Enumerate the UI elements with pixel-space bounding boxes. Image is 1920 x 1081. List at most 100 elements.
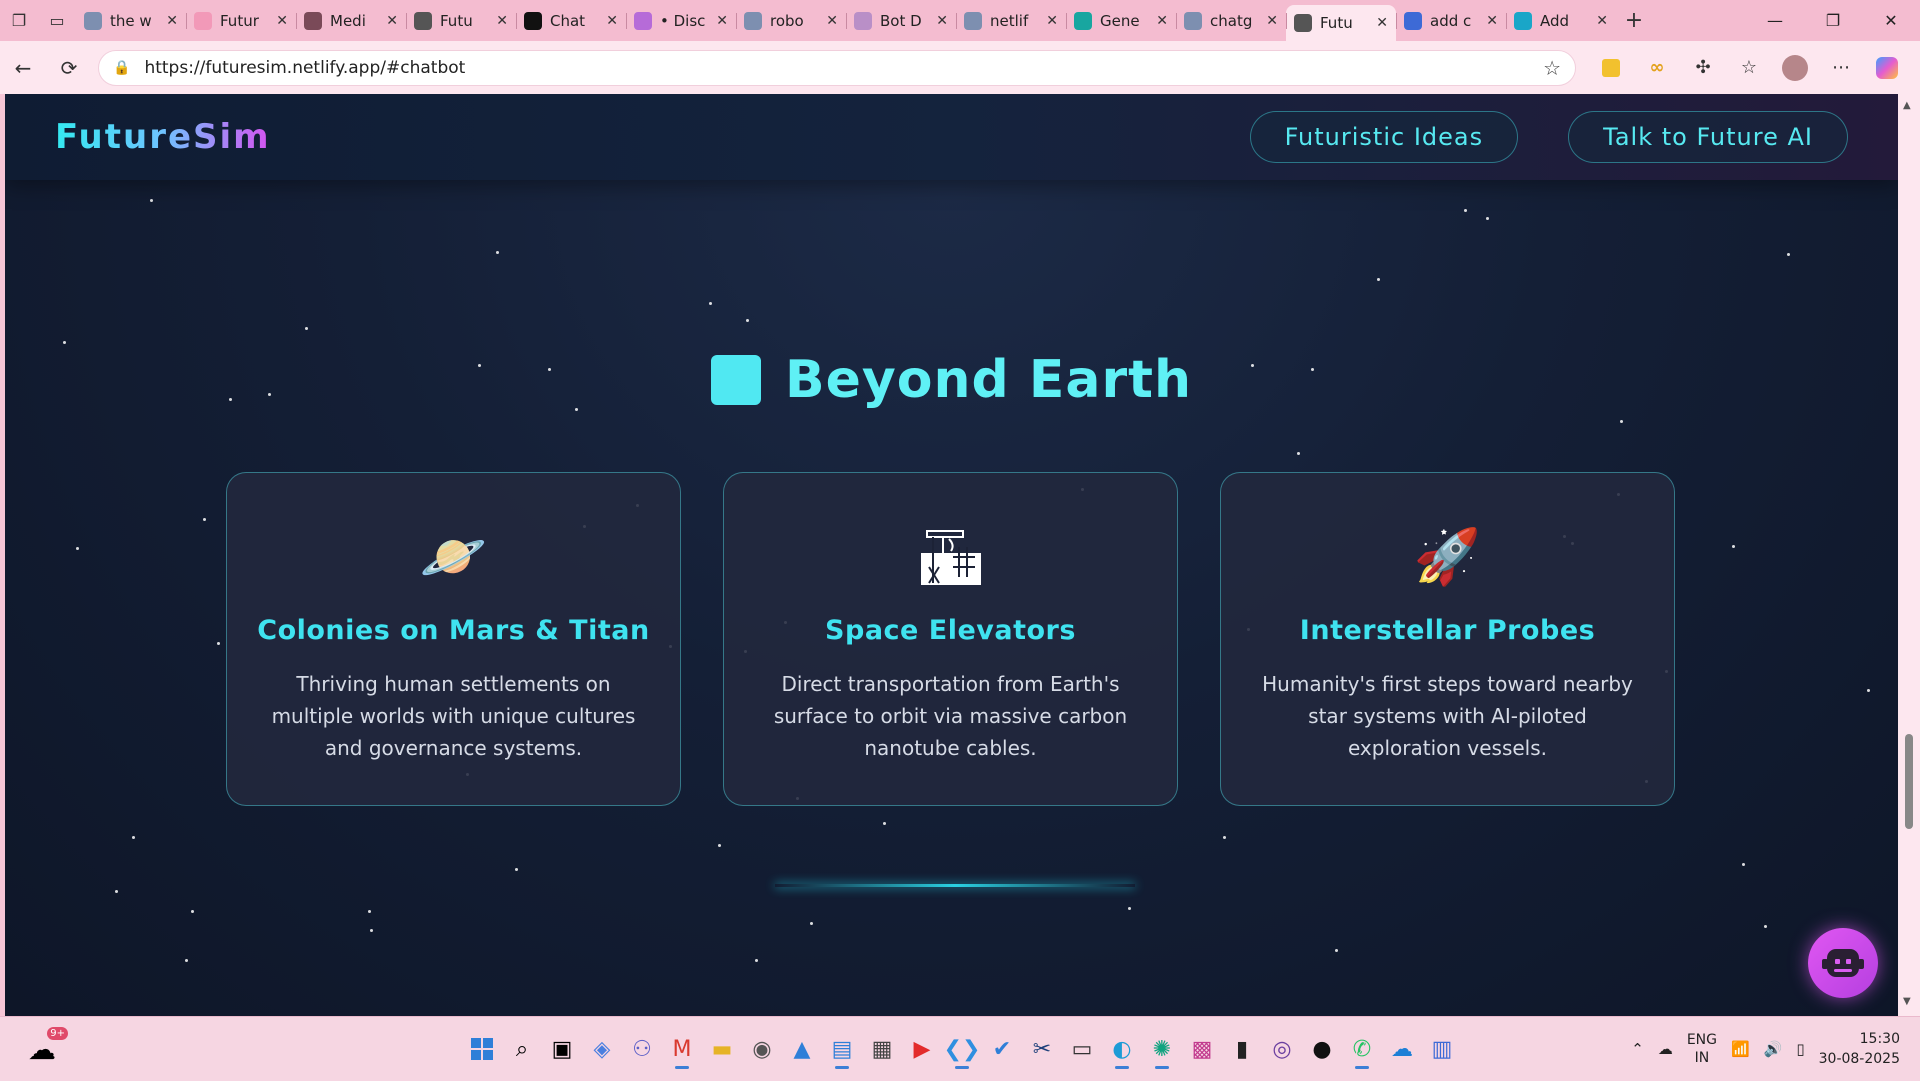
youtube-icon[interactable]: ▶ xyxy=(904,1027,940,1071)
scroll-thumb[interactable] xyxy=(1905,734,1913,829)
tab-close-icon[interactable]: ✕ xyxy=(1266,13,1278,29)
browser-tab[interactable]: • Disc ✕ xyxy=(626,5,736,37)
more-menu-icon[interactable]: ⋯ xyxy=(1822,49,1860,87)
scroll-down-arrow[interactable]: ▼ xyxy=(1903,996,1911,1007)
camera-icon[interactable]: ◉ xyxy=(744,1027,780,1071)
search-icon xyxy=(1404,11,1422,30)
browser-tab[interactable]: Futu ✕ xyxy=(406,5,516,37)
favorites-icon[interactable]: ☆ xyxy=(1730,49,1768,87)
restore-button[interactable]: ❐ xyxy=(1804,0,1862,41)
site-nav: Futuristic Ideas Talk to Future AI xyxy=(1249,111,1848,163)
chatgpt-icon[interactable]: ✺ xyxy=(1144,1027,1180,1071)
file-explorer-icon[interactable]: ▬ xyxy=(704,1027,740,1071)
cloud-sync-icon[interactable]: ☁ xyxy=(1658,1040,1673,1058)
task-view-icon[interactable]: ▣ xyxy=(544,1027,580,1071)
browser-tab[interactable]: Futu ✕ xyxy=(1286,5,1396,41)
github-icon[interactable]: ● xyxy=(1304,1027,1340,1071)
wifi-icon[interactable]: 📶 xyxy=(1731,1040,1750,1058)
calculator-icon[interactable]: ▦ xyxy=(864,1027,900,1071)
browser-tab[interactable]: Bot D ✕ xyxy=(846,5,956,37)
workspaces-icon[interactable]: ❐ xyxy=(0,5,38,37)
terminal-app-icon[interactable]: ▭ xyxy=(1064,1027,1100,1071)
browser-tab[interactable]: Chat ✕ xyxy=(516,5,626,37)
tab-close-icon[interactable]: ✕ xyxy=(386,13,398,29)
browser-tab[interactable]: robo ✕ xyxy=(736,5,846,37)
tab-close-icon[interactable]: ✕ xyxy=(496,13,508,29)
star-decoration xyxy=(1732,544,1736,548)
cmd-icon[interactable]: ▮ xyxy=(1224,1027,1260,1071)
new-tab-button[interactable]: + xyxy=(1616,5,1652,37)
tab-close-icon[interactable]: ✕ xyxy=(1376,15,1388,31)
tab-close-icon[interactable]: ✕ xyxy=(276,13,288,29)
chevron-up-icon[interactable]: ⌃ xyxy=(1631,1040,1644,1058)
snipping-icon[interactable]: ✂ xyxy=(1024,1027,1060,1071)
address-bar-row: ← ⟳ 🔒 https://futuresim.netlify.app/#cha… xyxy=(0,41,1920,94)
extensions-puzzle-icon[interactable]: ✣ xyxy=(1684,49,1722,87)
teams-icon[interactable]: ⚇ xyxy=(624,1027,660,1071)
tab-close-icon[interactable]: ✕ xyxy=(936,13,948,29)
edge-icon[interactable]: ◐ xyxy=(1104,1027,1140,1071)
profile-avatar[interactable] xyxy=(1776,49,1814,87)
browser-tab[interactable]: chatg ✕ xyxy=(1176,5,1286,37)
star-decoration xyxy=(76,547,80,551)
weather-widget[interactable]: ☁ 9+ xyxy=(22,1027,68,1069)
chatbot-button[interactable] xyxy=(1808,928,1878,998)
vertical-tabs-icon[interactable]: ▭ xyxy=(38,5,76,37)
tab-close-icon[interactable]: ✕ xyxy=(606,13,618,29)
tab-title: Futur xyxy=(220,11,259,30)
battery-icon[interactable]: ▯ xyxy=(1796,1040,1804,1058)
tab-close-icon[interactable]: ✕ xyxy=(1486,13,1498,29)
tab-close-icon[interactable]: ✕ xyxy=(716,13,728,29)
copilot-app-icon[interactable]: ◈ xyxy=(584,1027,620,1071)
futuristic-ideas-button[interactable]: Futuristic Ideas xyxy=(1249,111,1519,163)
browser-tab[interactable]: add c ✕ xyxy=(1396,5,1506,37)
photos-icon[interactable]: ▲ xyxy=(784,1027,820,1071)
gmail-icon[interactable]: M xyxy=(664,1027,700,1071)
onedrive-icon[interactable]: ☁ xyxy=(1384,1027,1420,1071)
browser-tab[interactable]: Futur ✕ xyxy=(186,5,296,37)
todo-icon[interactable]: ✔ xyxy=(984,1027,1020,1071)
clock[interactable]: 15:30 30-08-2025 xyxy=(1819,1029,1900,1069)
search-icon xyxy=(744,11,762,30)
browser-tab[interactable]: Add ✕ xyxy=(1506,5,1616,37)
obs-icon[interactable]: ◎ xyxy=(1264,1027,1300,1071)
notes-app-icon[interactable]: ▥ xyxy=(1424,1027,1460,1071)
back-icon[interactable]: ← xyxy=(0,48,46,88)
start-icon[interactable] xyxy=(464,1027,500,1071)
address-bar[interactable]: 🔒 https://futuresim.netlify.app/#chatbot… xyxy=(98,49,1576,86)
close-window-button[interactable]: ✕ xyxy=(1862,0,1920,41)
whatsapp-icon[interactable]: ✆ xyxy=(1344,1027,1380,1071)
page-scrollbar[interactable]: ▲ ▼ xyxy=(1898,94,1920,1016)
tab-close-icon[interactable]: ✕ xyxy=(166,13,178,29)
browser-tab[interactable]: Gene ✕ xyxy=(1066,5,1176,37)
browser-tab[interactable]: netlif ✕ xyxy=(956,5,1066,37)
talk-to-ai-button[interactable]: Talk to Future AI xyxy=(1568,111,1848,163)
extension-glasses-icon[interactable]: ∞ xyxy=(1638,49,1676,87)
volume-icon[interactable]: 🔊 xyxy=(1764,1040,1783,1058)
region-text: IN xyxy=(1694,1050,1710,1066)
favorite-star-icon[interactable]: ☆ xyxy=(1543,56,1561,80)
tab-close-icon[interactable]: ✕ xyxy=(1156,13,1168,29)
refresh-icon[interactable]: ⟳ xyxy=(46,48,92,88)
browser-tab[interactable]: Medi ✕ xyxy=(296,5,406,37)
vscode-icon[interactable]: ❮❯ xyxy=(944,1027,980,1071)
copilot-icon[interactable] xyxy=(1868,49,1906,87)
language-indicator[interactable]: ENG IN xyxy=(1687,1031,1717,1067)
url-text[interactable]: https://futuresim.netlify.app/#chatbot xyxy=(144,58,1543,78)
minimize-button[interactable]: — xyxy=(1746,0,1804,41)
star-decoration xyxy=(1867,689,1870,693)
browser-tab[interactable]: the w ✕ xyxy=(76,5,186,37)
site-info-icon[interactable]: 🔒 xyxy=(113,60,130,76)
tab-close-icon[interactable]: ✕ xyxy=(1596,13,1608,29)
scroll-up-arrow[interactable]: ▲ xyxy=(1903,100,1911,111)
tab-close-icon[interactable]: ✕ xyxy=(826,13,838,29)
extension-yellow-icon[interactable] xyxy=(1592,49,1630,87)
search-icon[interactable]: ⌕ xyxy=(504,1027,540,1071)
site-logo[interactable]: FutureSim xyxy=(55,117,271,157)
tab-title: Futu xyxy=(1320,14,1353,32)
tab-title: Medi xyxy=(330,11,366,30)
star-decoration xyxy=(1377,277,1380,281)
media-app-icon[interactable]: ▩ xyxy=(1184,1027,1220,1071)
notepad-icon[interactable]: ▤ xyxy=(824,1027,860,1071)
tab-close-icon[interactable]: ✕ xyxy=(1046,13,1058,29)
